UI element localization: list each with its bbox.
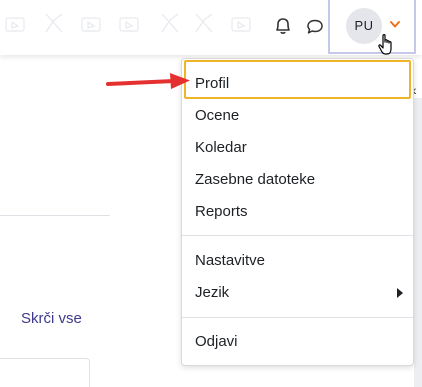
bell-icon — [276, 18, 290, 34]
red-arrow-icon — [106, 73, 190, 89]
menu-item-private-files[interactable]: Zasebne datoteke — [182, 165, 413, 195]
chat-bubble-icon — [307, 19, 323, 34]
menu-item-grades[interactable]: Ocene — [182, 101, 413, 131]
messages-button[interactable] — [303, 14, 327, 38]
caret-right-icon — [397, 288, 403, 298]
highlight-annotation — [184, 60, 411, 99]
content-divider — [0, 215, 110, 216]
menu-item-reports[interactable]: Reports — [182, 197, 413, 227]
collapse-all-link[interactable]: Skrči vse — [21, 310, 82, 327]
chevron-down-icon[interactable] — [388, 19, 402, 31]
menu-item-preferences[interactable]: Nastavitve — [182, 246, 413, 276]
menu-item-calendar[interactable]: Koledar — [182, 133, 413, 163]
top-navbar: PU — [0, 0, 422, 55]
notifications-button[interactable] — [271, 14, 295, 38]
content-card — [0, 358, 90, 387]
user-dropdown-menu: Profil Ocene Koledar Zasebne datoteke Re… — [181, 58, 414, 366]
menu-divider — [182, 317, 413, 318]
page: PU Skrči vse ‹ Profil Ocene Koledar Zase… — [0, 0, 422, 387]
menu-divider — [182, 235, 413, 236]
menu-item-language[interactable]: Jezik — [182, 278, 413, 308]
menu-item-logout[interactable]: Odjavi — [182, 327, 413, 357]
hand-cursor-icon — [378, 34, 392, 55]
page-scrollbar[interactable] — [414, 98, 422, 387]
menu-item-language-label: Jezik — [195, 284, 230, 301]
